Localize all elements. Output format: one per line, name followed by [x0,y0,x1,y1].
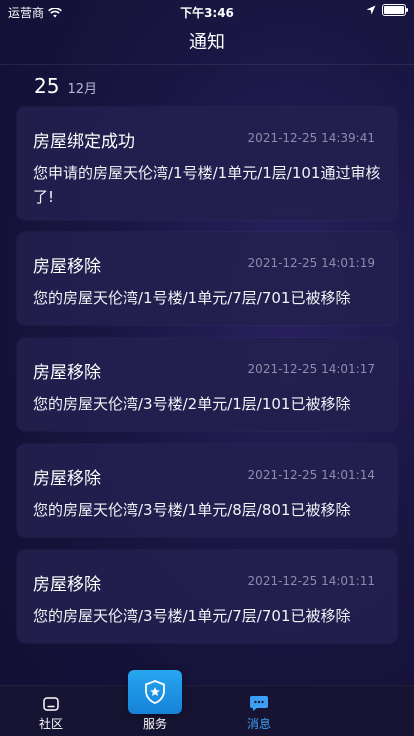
tab-community-label: 社区 [38,717,63,731]
tab-messages-label: 消息 [246,717,271,731]
notification-card[interactable]: 房屋绑定成功 2021-12-25 14:39:41 您申请的房屋天伦湾/1号楼… [17,107,397,220]
notification-title: 房屋移除 [33,257,101,277]
notification-text: 您的房屋天伦湾/3号楼/2单元/1层/101已被移除 [33,395,351,413]
status-bar: 运营商 下午3:46 [0,0,414,22]
date-day: 25 [34,74,60,98]
notification-time: 2021-12-25 14:01:11 [247,574,375,588]
nav-title: 通知 [0,22,414,65]
notification-text: 您的房屋天伦湾/3号楼/1单元/8层/801已被移除 [33,501,351,519]
notification-title: 房屋移除 [33,469,101,489]
notification-card[interactable]: 房屋移除 2021-12-25 14:01:17 您的房屋天伦湾/3号楼/2单元… [17,338,397,431]
battery-icon [382,4,408,16]
notification-time: 2021-12-25 14:39:41 [247,131,375,145]
clock: 下午3:46 [180,6,234,20]
shield-star-icon [145,680,165,704]
notification-text: 您的房屋天伦湾/1号楼/1单元/7层/701已被移除 [33,289,351,307]
location-arrow-icon [366,5,376,15]
status-right [366,4,408,16]
tab-community[interactable]: 社区 [6,686,96,736]
notification-text: 您的房屋天伦湾/3号楼/1单元/7层/701已被移除 [33,607,351,625]
notification-time: 2021-12-25 14:01:17 [247,362,375,376]
notification-text: 您申请的房屋天伦湾/1号楼/1单元/1层/101通过审核了! [33,164,381,206]
notification-card[interactable]: 房屋移除 2021-12-25 14:01:11 您的房屋天伦湾/3号楼/1单元… [17,550,397,643]
date-group-header: 25 12月 [34,74,97,98]
notification-card[interactable]: 房屋移除 2021-12-25 14:01:19 您的房屋天伦湾/1号楼/1单元… [17,232,397,325]
service-button[interactable] [128,670,182,714]
notification-time: 2021-12-25 14:01:14 [247,468,375,482]
notification-time: 2021-12-25 14:01:19 [247,256,375,270]
notification-title: 房屋移除 [33,363,101,383]
tab-messages[interactable]: 消息 [214,686,304,736]
community-icon [43,697,59,711]
notification-card[interactable]: 房屋移除 2021-12-25 14:01:14 您的房屋天伦湾/3号楼/1单元… [17,444,397,537]
tab-bar: 社区 服务 消息 [0,685,414,736]
tab-service-label: 服务 [142,717,167,731]
notification-title: 房屋移除 [33,575,101,595]
date-month: 12月 [67,82,97,97]
notification-title: 房屋绑定成功 [33,132,135,152]
chat-icon [250,696,268,711]
